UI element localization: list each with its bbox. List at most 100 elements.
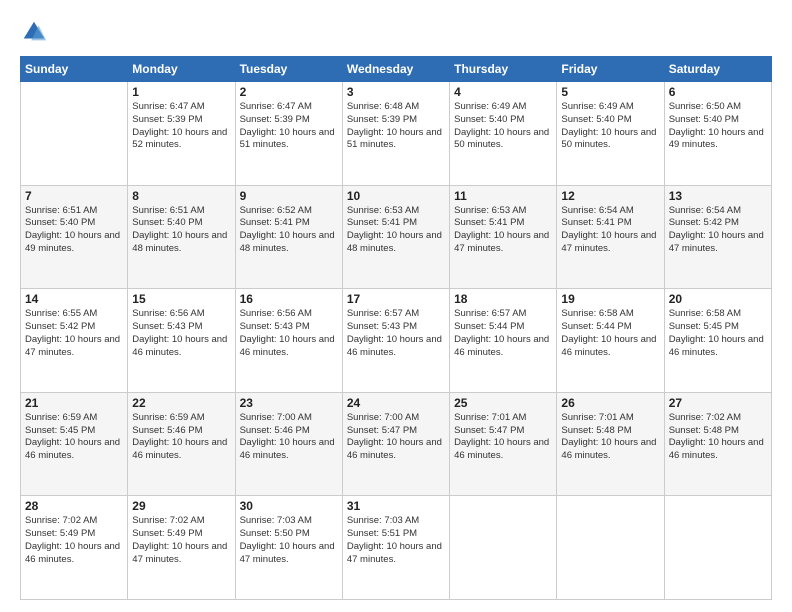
day-number: 3 <box>347 85 445 99</box>
calendar-cell: 30 Sunrise: 7:03 AMSunset: 5:50 PMDayligh… <box>235 496 342 600</box>
calendar-week-row: 21 Sunrise: 6:59 AMSunset: 5:45 PMDayligh… <box>21 392 772 496</box>
cell-info: Sunrise: 6:50 AMSunset: 5:40 PMDaylight:… <box>669 101 764 150</box>
calendar-day-header: Wednesday <box>342 57 449 82</box>
calendar-cell <box>664 496 771 600</box>
day-number: 16 <box>240 292 338 306</box>
calendar-cell: 29 Sunrise: 7:02 AMSunset: 5:49 PMDayligh… <box>128 496 235 600</box>
cell-info: Sunrise: 6:49 AMSunset: 5:40 PMDaylight:… <box>454 101 549 150</box>
cell-info: Sunrise: 7:00 AMSunset: 5:47 PMDaylight:… <box>347 412 442 461</box>
day-number: 5 <box>561 85 659 99</box>
cell-info: Sunrise: 6:48 AMSunset: 5:39 PMDaylight:… <box>347 101 442 150</box>
day-number: 30 <box>240 499 338 513</box>
cell-info: Sunrise: 6:56 AMSunset: 5:43 PMDaylight:… <box>240 308 335 357</box>
header <box>20 18 772 46</box>
calendar-cell: 14 Sunrise: 6:55 AMSunset: 5:42 PMDayligh… <box>21 289 128 393</box>
logo-icon <box>20 18 48 46</box>
calendar-cell: 1 Sunrise: 6:47 AMSunset: 5:39 PMDaylight… <box>128 82 235 186</box>
calendar-cell: 10 Sunrise: 6:53 AMSunset: 5:41 PMDayligh… <box>342 185 449 289</box>
day-number: 25 <box>454 396 552 410</box>
calendar-day-header: Thursday <box>450 57 557 82</box>
day-number: 2 <box>240 85 338 99</box>
day-number: 19 <box>561 292 659 306</box>
cell-info: Sunrise: 6:53 AMSunset: 5:41 PMDaylight:… <box>347 205 442 254</box>
calendar-day-header: Saturday <box>664 57 771 82</box>
cell-info: Sunrise: 6:56 AMSunset: 5:43 PMDaylight:… <box>132 308 227 357</box>
day-number: 15 <box>132 292 230 306</box>
calendar-cell: 2 Sunrise: 6:47 AMSunset: 5:39 PMDaylight… <box>235 82 342 186</box>
calendar-cell: 12 Sunrise: 6:54 AMSunset: 5:41 PMDayligh… <box>557 185 664 289</box>
calendar-cell: 15 Sunrise: 6:56 AMSunset: 5:43 PMDayligh… <box>128 289 235 393</box>
day-number: 18 <box>454 292 552 306</box>
day-number: 26 <box>561 396 659 410</box>
day-number: 8 <box>132 189 230 203</box>
cell-info: Sunrise: 6:51 AMSunset: 5:40 PMDaylight:… <box>132 205 227 254</box>
day-number: 13 <box>669 189 767 203</box>
day-number: 27 <box>669 396 767 410</box>
calendar-cell: 8 Sunrise: 6:51 AMSunset: 5:40 PMDaylight… <box>128 185 235 289</box>
cell-info: Sunrise: 6:52 AMSunset: 5:41 PMDaylight:… <box>240 205 335 254</box>
day-number: 9 <box>240 189 338 203</box>
cell-info: Sunrise: 6:54 AMSunset: 5:42 PMDaylight:… <box>669 205 764 254</box>
calendar-day-header: Tuesday <box>235 57 342 82</box>
calendar-cell: 13 Sunrise: 6:54 AMSunset: 5:42 PMDayligh… <box>664 185 771 289</box>
calendar-cell: 11 Sunrise: 6:53 AMSunset: 5:41 PMDayligh… <box>450 185 557 289</box>
cell-info: Sunrise: 7:03 AMSunset: 5:51 PMDaylight:… <box>347 515 442 564</box>
cell-info: Sunrise: 6:59 AMSunset: 5:46 PMDaylight:… <box>132 412 227 461</box>
day-number: 1 <box>132 85 230 99</box>
cell-info: Sunrise: 6:47 AMSunset: 5:39 PMDaylight:… <box>240 101 335 150</box>
cell-info: Sunrise: 6:57 AMSunset: 5:44 PMDaylight:… <box>454 308 549 357</box>
day-number: 23 <box>240 396 338 410</box>
day-number: 6 <box>669 85 767 99</box>
cell-info: Sunrise: 7:02 AMSunset: 5:49 PMDaylight:… <box>25 515 120 564</box>
calendar-cell: 26 Sunrise: 7:01 AMSunset: 5:48 PMDayligh… <box>557 392 664 496</box>
calendar-cell: 16 Sunrise: 6:56 AMSunset: 5:43 PMDayligh… <box>235 289 342 393</box>
calendar-cell <box>21 82 128 186</box>
calendar-cell: 17 Sunrise: 6:57 AMSunset: 5:43 PMDayligh… <box>342 289 449 393</box>
cell-info: Sunrise: 7:01 AMSunset: 5:48 PMDaylight:… <box>561 412 656 461</box>
day-number: 28 <box>25 499 123 513</box>
cell-info: Sunrise: 6:55 AMSunset: 5:42 PMDaylight:… <box>25 308 120 357</box>
day-number: 24 <box>347 396 445 410</box>
cell-info: Sunrise: 6:58 AMSunset: 5:45 PMDaylight:… <box>669 308 764 357</box>
calendar-cell <box>557 496 664 600</box>
cell-info: Sunrise: 7:01 AMSunset: 5:47 PMDaylight:… <box>454 412 549 461</box>
calendar-cell: 25 Sunrise: 7:01 AMSunset: 5:47 PMDayligh… <box>450 392 557 496</box>
calendar-day-header: Friday <box>557 57 664 82</box>
page: SundayMondayTuesdayWednesdayThursdayFrid… <box>0 0 792 612</box>
calendar-cell: 27Sunrise: 7:02 AMSunset: 5:48 PMDayligh… <box>664 392 771 496</box>
calendar-cell: 23 Sunrise: 7:00 AMSunset: 5:46 PMDayligh… <box>235 392 342 496</box>
calendar-cell: 31 Sunrise: 7:03 AMSunset: 5:51 PMDayligh… <box>342 496 449 600</box>
day-number: 14 <box>25 292 123 306</box>
calendar-day-header: Monday <box>128 57 235 82</box>
calendar-cell: 5 Sunrise: 6:49 AMSunset: 5:40 PMDaylight… <box>557 82 664 186</box>
cell-info: Sunrise: 7:00 AMSunset: 5:46 PMDaylight:… <box>240 412 335 461</box>
calendar-cell: 20Sunrise: 6:58 AMSunset: 5:45 PMDayligh… <box>664 289 771 393</box>
day-number: 22 <box>132 396 230 410</box>
cell-info: Sunrise: 7:02 AMSunset: 5:49 PMDaylight:… <box>132 515 227 564</box>
calendar-table: SundayMondayTuesdayWednesdayThursdayFrid… <box>20 56 772 600</box>
calendar-week-row: 14 Sunrise: 6:55 AMSunset: 5:42 PMDayligh… <box>21 289 772 393</box>
day-number: 12 <box>561 189 659 203</box>
calendar-week-row: 1 Sunrise: 6:47 AMSunset: 5:39 PMDaylight… <box>21 82 772 186</box>
calendar-cell: 6 Sunrise: 6:50 AMSunset: 5:40 PMDaylight… <box>664 82 771 186</box>
cell-info: Sunrise: 6:54 AMSunset: 5:41 PMDaylight:… <box>561 205 656 254</box>
calendar-cell: 28 Sunrise: 7:02 AMSunset: 5:49 PMDayligh… <box>21 496 128 600</box>
cell-info: Sunrise: 6:53 AMSunset: 5:41 PMDaylight:… <box>454 205 549 254</box>
day-number: 17 <box>347 292 445 306</box>
cell-info: Sunrise: 6:58 AMSunset: 5:44 PMDaylight:… <box>561 308 656 357</box>
calendar-cell: 21 Sunrise: 6:59 AMSunset: 5:45 PMDayligh… <box>21 392 128 496</box>
day-number: 10 <box>347 189 445 203</box>
cell-info: Sunrise: 7:03 AMSunset: 5:50 PMDaylight:… <box>240 515 335 564</box>
day-number: 31 <box>347 499 445 513</box>
calendar-cell: 9 Sunrise: 6:52 AMSunset: 5:41 PMDaylight… <box>235 185 342 289</box>
cell-info: Sunrise: 6:59 AMSunset: 5:45 PMDaylight:… <box>25 412 120 461</box>
day-number: 7 <box>25 189 123 203</box>
calendar-cell: 18 Sunrise: 6:57 AMSunset: 5:44 PMDayligh… <box>450 289 557 393</box>
day-number: 11 <box>454 189 552 203</box>
day-number: 21 <box>25 396 123 410</box>
cell-info: Sunrise: 6:49 AMSunset: 5:40 PMDaylight:… <box>561 101 656 150</box>
cell-info: Sunrise: 6:47 AMSunset: 5:39 PMDaylight:… <box>132 101 227 150</box>
cell-info: Sunrise: 6:57 AMSunset: 5:43 PMDaylight:… <box>347 308 442 357</box>
calendar-cell: 24 Sunrise: 7:00 AMSunset: 5:47 PMDayligh… <box>342 392 449 496</box>
day-number: 29 <box>132 499 230 513</box>
